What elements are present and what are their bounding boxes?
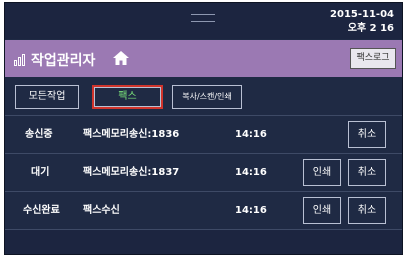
cancel-button[interactable]: 취소 xyxy=(348,159,386,186)
filter-tabs: 모든작업 팩스 복사/스캔/인쇄 xyxy=(5,78,402,115)
job-time: 14:16 xyxy=(235,205,267,216)
job-row: 수신완료 팩스수신 14:16 인쇄 취소 xyxy=(5,192,402,229)
job-name: 팩스메모리송신:1836 xyxy=(83,129,180,140)
time-text: 오후 2 16 xyxy=(347,23,394,34)
cancel-button[interactable]: 취소 xyxy=(348,197,386,224)
job-status: 송신중 xyxy=(25,129,53,140)
tab-fax[interactable]: 팩스 xyxy=(92,85,163,109)
job-status: 수신완료 xyxy=(23,205,60,216)
date-text: 2015-11-04 xyxy=(330,9,394,20)
job-time: 14:16 xyxy=(235,167,267,178)
job-name: 팩스메모리송신:1837 xyxy=(83,167,180,178)
tab-all-jobs[interactable]: 모든작업 xyxy=(15,85,79,109)
cancel-button[interactable]: 취소 xyxy=(348,121,386,148)
job-row: 대기 팩스메모리송신:1837 14:16 인쇄 취소 xyxy=(5,154,402,191)
fax-log-button[interactable]: 팩스로그 xyxy=(350,48,396,69)
pull-down-handle-icon[interactable] xyxy=(191,14,215,22)
date-time: 2015-11-04 오후 2 16 xyxy=(330,8,394,36)
status-bar: 2015-11-04 오후 2 16 xyxy=(5,3,402,39)
job-manager-screen: 2015-11-04 오후 2 16 작업관리자 팩스로그 모든작업 팩스 복사… xyxy=(4,2,403,255)
print-button[interactable]: 인쇄 xyxy=(303,197,341,224)
page-title: 작업관리자 xyxy=(31,53,96,69)
bottom-area xyxy=(5,230,402,254)
job-status: 대기 xyxy=(31,167,50,178)
print-button[interactable]: 인쇄 xyxy=(303,159,341,186)
job-row: 송신중 팩스메모리송신:1836 14:16 취소 xyxy=(5,116,402,153)
job-manager-icon xyxy=(14,54,28,66)
job-time: 14:16 xyxy=(235,129,267,140)
tab-copy-scan-print[interactable]: 복사/스캔/인쇄 xyxy=(172,85,242,109)
title-bar: 작업관리자 팩스로그 xyxy=(5,40,402,77)
job-name: 팩스수신 xyxy=(83,205,120,216)
home-icon[interactable] xyxy=(112,49,130,67)
